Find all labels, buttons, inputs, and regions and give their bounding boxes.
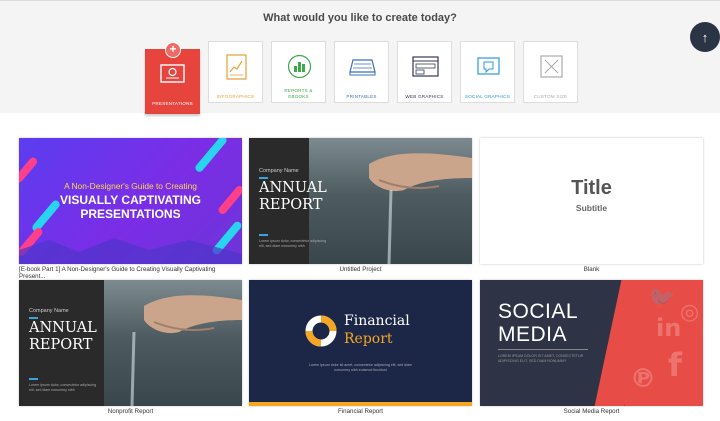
card-title-line: Report <box>344 331 393 347</box>
category-label-line2: EBOOKS <box>288 94 309 99</box>
card-small-text: LOREM IPSUM DOLOR SIT AMET, CONSECTETUR … <box>498 354 598 364</box>
card-title-line: VISUALLY CAPTIVATING <box>60 193 201 207</box>
card-title: ANNUAL REPORT <box>259 180 327 214</box>
blank-subtitle: Subtitle <box>575 203 608 213</box>
template-card-nonprofit-report[interactable]: Company Name ANNUAL REPORT Lorem ipsum d… <box>19 280 242 406</box>
category-label: WEB GRAPHICS <box>405 94 444 99</box>
divider <box>498 349 588 350</box>
instagram-icon: ◎ <box>680 300 700 325</box>
facebook-icon: f <box>668 346 682 384</box>
decor-pill <box>193 138 229 174</box>
category-label: INFOGRAPHICS <box>216 94 255 99</box>
accent-bar <box>259 234 268 236</box>
template-card-untitled-project[interactable]: Company Name ANNUAL REPORT Lorem ipsum d… <box>249 138 472 264</box>
card-title-line: MEDIA <box>498 323 568 346</box>
card-caption: Financial Report <box>337 408 384 415</box>
mountain-illustration <box>19 238 242 264</box>
template-card-ebook[interactable]: A Non-Designer's Guide to Creating VISUA… <box>19 138 242 264</box>
category-label: SOCIAL GRAPHICS <box>465 94 510 99</box>
card-title-line: PRESENTATIONS <box>80 207 181 221</box>
template-card-social-media-report[interactable]: 🐦 in ◎ f ℗ SOCIAL MEDIA LOREM IPSUM DOLO… <box>480 280 703 406</box>
page-heading: What would you like to create today? <box>263 12 457 24</box>
scroll-up-button[interactable]: ↑ <box>690 22 720 52</box>
category-web-graphics[interactable]: WEB GRAPHICS <box>397 41 452 103</box>
card-title: SOCIAL MEDIA <box>498 300 578 346</box>
web-graphic-icon <box>412 56 439 77</box>
accent-bar <box>29 317 38 319</box>
accent-bar <box>259 177 268 179</box>
card-title-line: REPORT <box>259 197 323 213</box>
template-card-financial-report[interactable]: Financial Report Lorem ipsum dolor sit a… <box>249 280 472 406</box>
water-hands-photo <box>309 138 472 264</box>
card-small-text: Lorem ipsum dolor, consectetur adipiscin… <box>259 239 326 249</box>
card-title-line: ANNUAL <box>29 320 97 336</box>
card-small-text: Lorem ipsum dolor sit amet, consectetur … <box>304 363 417 373</box>
small-line: elit, sed diam nonummy nibh <box>259 244 305 248</box>
printable-icon <box>349 59 376 76</box>
category-label: CUSTOM SIZE <box>533 94 568 99</box>
presentation-icon <box>160 64 185 83</box>
card-title-line: Financial <box>344 313 410 329</box>
card-small-text: Lorem ipsum dolor, consectetur adipiscin… <box>29 383 96 393</box>
card-title: VISUALLY CAPTIVATING PRESENTATIONS <box>19 193 242 221</box>
accent-bar <box>29 378 38 380</box>
card-title: ANNUAL REPORT <box>29 320 97 354</box>
card-title-line: SOCIAL <box>498 300 579 323</box>
blank-title: Title <box>571 177 612 199</box>
twitter-icon: 🐦 <box>648 286 676 311</box>
donut-logo-icon <box>305 315 337 347</box>
plus-icon: + <box>165 42 181 58</box>
company-name: Company Name <box>29 308 69 314</box>
arrow-up-icon: ↑ <box>701 29 709 45</box>
linkedin-icon: in <box>656 314 682 342</box>
accent-bar <box>249 402 472 406</box>
card-title-line: ANNUAL <box>259 180 327 196</box>
card-caption: Untitled Project <box>339 266 382 273</box>
report-icon <box>287 54 312 79</box>
category-custom-size[interactable]: CUSTOM SIZE <box>523 41 578 103</box>
card-caption: [E-book Part 1] A Non-Designer's Guide t… <box>19 266 216 280</box>
category-label: PRINTABLES <box>346 94 377 99</box>
category-presentations[interactable]: + PRESENTATIONS <box>145 42 200 114</box>
category-infographics[interactable]: INFOGRAPHICS <box>208 41 263 103</box>
card-caption: Nonprofit Report <box>107 408 154 415</box>
card-caption: Social Media Report <box>563 408 620 415</box>
category-picker: What would you like to create today? + P… <box>0 0 720 114</box>
category-reports-ebooks[interactable]: REPORTS & EBOOKS <box>271 41 326 103</box>
template-card-blank[interactable]: Title Subtitle <box>480 138 703 264</box>
water-hands-photo <box>104 280 242 406</box>
small-line: nonummy nibh euismod tincidunt <box>334 368 387 372</box>
category-printables[interactable]: PRINTABLES <box>334 41 389 103</box>
company-name: Company Name <box>259 168 299 174</box>
card-title-line: REPORT <box>29 337 93 353</box>
small-line: ADIPISCING ELIT, SED DIAM NONUMMY <box>498 359 567 363</box>
pinterest-icon: ℗ <box>630 364 656 394</box>
card-caption: Blank <box>583 266 600 273</box>
social-graphic-icon <box>477 57 500 75</box>
custom-size-icon <box>540 55 563 78</box>
small-line: elit, sed diam nonummy nibh <box>29 388 75 392</box>
card-subtitle: A Non-Designer's Guide to Creating <box>64 181 197 191</box>
category-label: PRESENTATIONS <box>152 101 193 106</box>
infographic-icon <box>226 54 247 80</box>
category-social-graphics[interactable]: SOCIAL GRAPHICS <box>460 41 515 103</box>
decor-pill <box>19 155 39 185</box>
